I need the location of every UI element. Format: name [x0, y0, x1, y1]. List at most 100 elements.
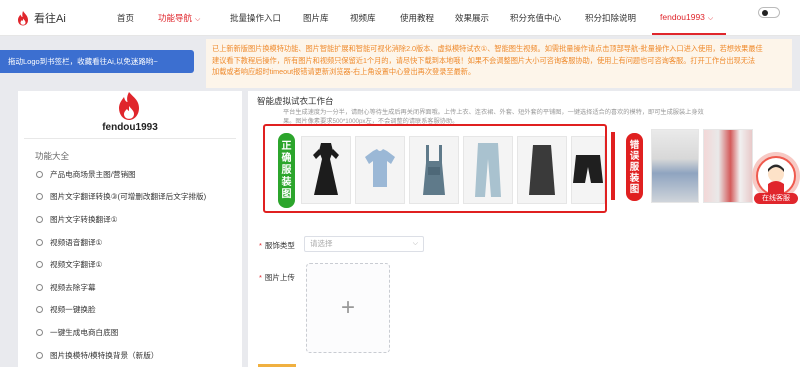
radio-icon	[36, 283, 43, 291]
notice-line: 加载或者响应超时timeout报错请更新浏览器-右上角设置中心登出再次登录至最新…	[212, 67, 476, 77]
tag-char: 服	[629, 161, 640, 173]
correct-garment-tag: 正 确 服 装 图	[278, 133, 295, 208]
radio-icon	[36, 238, 43, 246]
required-mark: *	[259, 241, 262, 250]
tag-char: 错	[629, 139, 640, 151]
image-upload-area[interactable]: +	[306, 263, 390, 353]
nav-recharge-center[interactable]: 积分充值中心	[510, 12, 561, 24]
menu-item-label: 视频语音翻译①	[50, 237, 103, 247]
nav-image-library[interactable]: 图片库	[303, 12, 329, 24]
feature-menu: 产品电商场景主图/营销图 图片文字翻译转换③(可增删改翻译后文字排版) 图片文字…	[18, 163, 242, 366]
example-skirt-image	[517, 136, 567, 204]
radio-icon	[36, 215, 43, 223]
example-tshirt-image	[355, 136, 405, 204]
toggle-knob	[762, 10, 768, 16]
flame-logo-icon	[18, 11, 28, 26]
plus-icon: +	[340, 294, 355, 321]
nav-username: fendou1993	[660, 12, 705, 22]
description-line: 平台生成速度为一分半，请耐心等待生成后再关闭界面哦。上传上衣、连衣裙、外套、短外…	[283, 109, 704, 116]
agent-avatar-icon	[768, 164, 784, 194]
menu-item[interactable]: 图片文字转换翻译①	[18, 208, 242, 231]
wrong-example-model-photo	[651, 129, 699, 203]
tag-char: 装	[629, 172, 640, 184]
menu-item[interactable]: 视频去除字幕	[18, 276, 242, 299]
image-upload-label: * 图片上传	[259, 272, 295, 283]
menu-item-label: 一键生成电商白底图	[50, 327, 119, 337]
radio-icon	[36, 261, 43, 269]
nav-batch-entry[interactable]: 批量操作入口	[230, 12, 281, 24]
menu-item[interactable]: 视频文字翻译①	[18, 253, 242, 276]
nav-home[interactable]: 首页	[117, 12, 134, 24]
notice-line: 建议看下教程后操作，所有图片和视频只保留近1个月的，请尽快下载到本地哦！如果不会…	[212, 55, 756, 65]
active-tab-indicator	[652, 33, 726, 35]
nav-tutorial[interactable]: 使用教程	[400, 12, 434, 24]
tag-char: 图	[629, 183, 640, 195]
clothing-type-label: * 服饰类型	[259, 240, 295, 251]
clothing-type-label-text: 服饰类型	[264, 241, 295, 250]
tag-char: 正	[281, 140, 292, 152]
clothing-type-select[interactable]: 请选择 ⌵	[304, 236, 424, 252]
sidebar: fendou1993 功能大全 产品电商场景主图/营销图 图片文字翻译转换③(可…	[18, 91, 242, 367]
example-overalls-image	[409, 136, 459, 204]
sidebar-username: fendou1993	[102, 122, 158, 133]
menu-item[interactable]: 一键生成电商白底图	[18, 321, 242, 344]
jeans-icon	[475, 143, 501, 197]
menu-item[interactable]: 图片文字翻译转换③(可增删改翻译后文字排版)	[18, 186, 242, 209]
chevron-down-icon: ⌵	[412, 240, 418, 247]
overalls-icon	[423, 145, 445, 195]
nav-user-menu[interactable]: fendou1993 ⌵	[660, 12, 713, 23]
nav-points-deduction[interactable]: 积分扣除说明	[585, 12, 636, 24]
wrong-garment-tag: 错 误 服 装 图	[626, 133, 643, 201]
menu-item-label: 图片换模特/模特换背景（新版）	[50, 350, 159, 360]
chevron-down-icon: ⌵	[707, 15, 714, 22]
online-service-widget[interactable]: 在线客服	[752, 152, 800, 204]
image-upload-label-text: 图片上传	[264, 273, 295, 282]
tag-char: 装	[281, 176, 292, 188]
nav-feature-navigation[interactable]: 功能导航 ⌵	[158, 12, 200, 24]
menu-item[interactable]: 产品电商场景主图/营销图	[18, 163, 242, 186]
flame-avatar-icon	[119, 92, 139, 120]
dress-icon	[313, 143, 339, 195]
example-jeans-image	[463, 136, 513, 204]
app-title: 看往Ai	[34, 13, 66, 25]
nav-showcase[interactable]: 效果展示	[455, 12, 489, 24]
menu-item[interactable]: 视频一键换脸	[18, 299, 242, 322]
menu-item-label: 视频一键换脸	[50, 305, 96, 315]
fitting-workbench: 智能虚拟试衣工作台 平台生成速度为一分半，请耐心等待生成后再关闭界面哦。上传上衣…	[248, 91, 800, 367]
nav-video-library[interactable]: 视频库	[350, 12, 376, 24]
menu-item[interactable]: 图片换模特/模特换背景（新版）	[18, 344, 242, 367]
menu-item[interactable]: 视频语音翻译①	[18, 231, 242, 254]
required-mark: *	[259, 273, 262, 282]
separator	[611, 132, 615, 200]
tag-char: 误	[629, 150, 640, 162]
menu-item-label: 视频文字翻译①	[50, 260, 103, 270]
bookmark-banner[interactable]: 拖动Logo到书签栏，收藏看往Ai,以免迷路哟~	[0, 50, 194, 73]
wrong-example-rack-photo	[703, 129, 753, 203]
radio-icon	[36, 193, 43, 201]
tag-char: 服	[281, 164, 292, 176]
tag-char: 图	[281, 188, 292, 200]
radio-icon	[36, 306, 43, 314]
nav-feature-navigation-label: 功能导航	[158, 13, 193, 23]
menu-item-label: 图片文字转换翻译①	[50, 214, 118, 224]
tshirt-icon	[365, 149, 395, 187]
top-navbar: 看往Ai 首页 功能导航 ⌵ 批量操作入口 图片库 视频库 使用教程 效果展示 积…	[0, 0, 800, 36]
correct-examples-box: 正 确 服 装 图	[263, 124, 607, 213]
menu-item-label: 产品电商场景主图/营销图	[50, 169, 136, 179]
tag-char: 确	[281, 152, 292, 164]
skirt-icon	[529, 145, 555, 195]
chevron-down-icon: ⌵	[195, 16, 201, 23]
radio-icon	[36, 170, 43, 178]
notice-panel: 已上新新版图片换模特功能、图片智能扩展和智能可视化消除2.0版本、虚拟模特试衣①…	[206, 39, 792, 88]
service-avatar	[756, 156, 796, 196]
radio-icon	[36, 351, 43, 359]
logo[interactable]: 看往Ai	[16, 10, 66, 26]
notice-line: 已上新新版图片换模特功能、图片智能扩展和智能可视化消除2.0版本、虚拟模特试衣①…	[212, 44, 763, 53]
theme-toggle[interactable]	[758, 7, 780, 18]
select-placeholder: 请选择	[310, 239, 333, 248]
section-title: 功能大全	[35, 151, 70, 161]
example-dress-image	[301, 136, 351, 204]
workbench-title: 智能虚拟试衣工作台	[257, 96, 334, 106]
example-shorts-image	[571, 136, 605, 204]
divider	[24, 138, 236, 139]
